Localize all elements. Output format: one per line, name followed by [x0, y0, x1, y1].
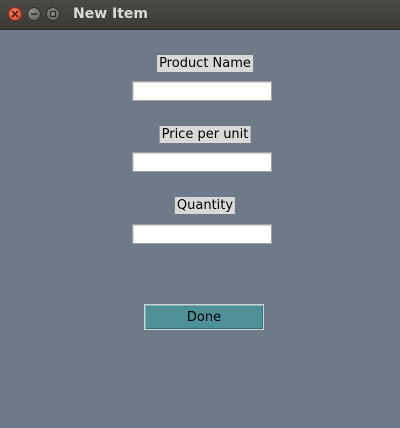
minimize-icon [30, 10, 38, 18]
maximize-icon [49, 10, 57, 18]
quantity-input[interactable] [132, 224, 272, 244]
close-button[interactable] [8, 7, 22, 21]
close-icon [11, 10, 19, 18]
done-button[interactable]: Done [144, 304, 264, 330]
quantity-label: Quantity [174, 197, 236, 214]
price-per-unit-input[interactable] [132, 152, 272, 172]
minimize-button[interactable] [27, 7, 41, 21]
new-item-window: New Item Product Name Price per unit Qua… [0, 0, 400, 428]
window-title: New Item [73, 6, 149, 22]
product-name-input[interactable] [132, 81, 272, 101]
maximize-button[interactable] [46, 7, 60, 21]
title-bar: New Item [0, 0, 400, 30]
price-per-unit-label: Price per unit [159, 126, 251, 143]
done-button-label: Done [186, 309, 222, 325]
product-name-label: Product Name [157, 55, 253, 72]
